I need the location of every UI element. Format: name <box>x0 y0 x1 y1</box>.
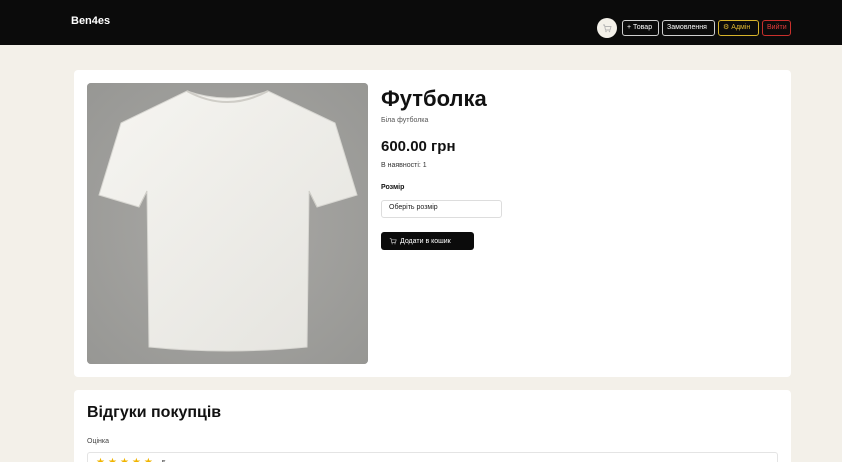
star-icon: ★ <box>96 458 105 462</box>
cart-icon <box>389 238 397 245</box>
star-icon: ★ <box>108 458 117 462</box>
add-product-label: + Товар <box>627 24 653 31</box>
admin-label: Адмін <box>731 24 751 31</box>
cart-button[interactable] <box>597 18 617 38</box>
orders-button[interactable]: Замовлення <box>662 20 715 36</box>
star-icon: ★ <box>144 458 153 462</box>
product-stock: В наявності: 1 <box>381 162 427 169</box>
product-price: 600.00 грн <box>381 138 456 155</box>
tshirt-image <box>87 83 368 364</box>
gear-icon: ⚙ <box>723 24 730 31</box>
product-image <box>87 83 368 364</box>
logout-button[interactable]: Вийти <box>762 20 791 36</box>
reviews-card: Відгуки покупців Оцінка ★ ★ ★ ★ ★ 5 <box>74 390 791 462</box>
logout-label: Вийти <box>767 24 787 31</box>
star-icon: ★ <box>120 458 129 462</box>
product-description: Біла футболка <box>381 117 429 124</box>
admin-button[interactable]: ⚙ Адмін <box>718 20 759 36</box>
star-icon: ★ <box>132 458 141 462</box>
top-navbar: Ben4es + Товар Замовлення ⚙ Адмін Вийти <box>0 0 842 45</box>
product-title: Футболка <box>381 86 487 111</box>
size-label: Розмір <box>381 184 405 191</box>
add-to-cart-label: Додати в кошик <box>400 237 451 245</box>
product-card: Футболка Біла футболка 600.00 грн В наяв… <box>74 70 791 377</box>
size-select[interactable]: Оберіть розмір <box>381 200 502 218</box>
rating-select[interactable]: ★ ★ ★ ★ ★ 5 <box>87 452 778 462</box>
add-to-cart-button[interactable]: Додати в кошик <box>381 232 474 250</box>
add-product-button[interactable]: + Товар <box>622 20 659 36</box>
rating-label: Оцінка <box>87 438 109 445</box>
brand-logo[interactable]: Ben4es <box>71 15 110 27</box>
reviews-title: Відгуки покупців <box>87 404 222 421</box>
cart-icon <box>603 24 612 33</box>
orders-label: Замовлення <box>667 24 707 31</box>
